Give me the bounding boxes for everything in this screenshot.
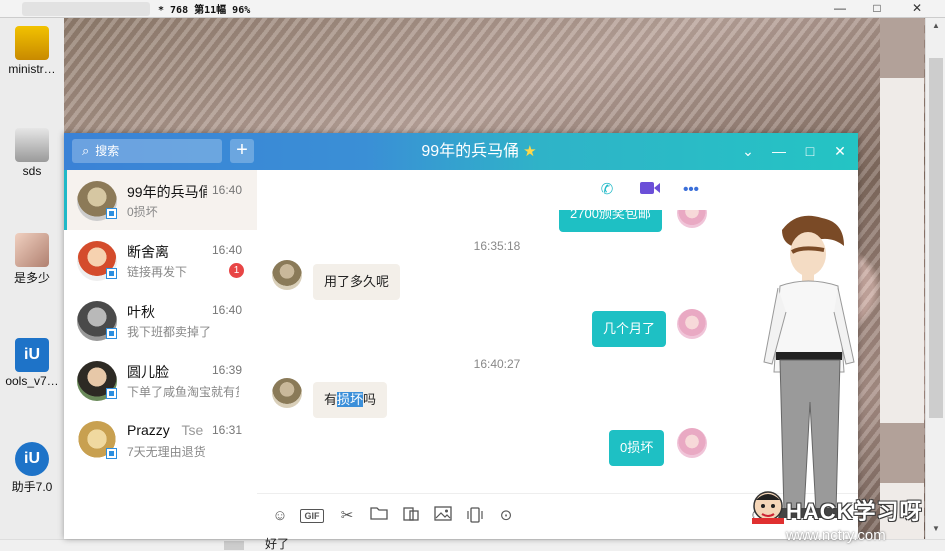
my-avatar [677,428,707,458]
watermark-brand: HACK学习呀 [786,499,923,524]
phone-icon[interactable]: ✆ [596,180,618,200]
message-input[interactable]: 好了 [265,535,289,551]
unread-badge: 1 [229,263,244,278]
desktop-icon-sds[interactable]: sds [2,128,62,178]
contact-name: 99年的兵马俑 [127,184,207,200]
search-icon: ⌕ [82,143,90,158]
my-avatar [677,309,707,339]
app-iu-icon: iU [15,338,49,372]
contact-name: 断舍离 [127,244,169,260]
contact-time: 16:31 [212,423,243,437]
contact-name: Prazzy Tse [127,422,204,438]
star-icon: ★ [523,143,537,160]
contact-list: 99年的兵马俑 16:40 0损坏 断舍离 16:40 链接再发下 1 叶秋 1… [64,170,257,539]
viewer-vertical-scrollbar[interactable]: ▲ ▼ [925,18,945,539]
contact-item[interactable]: 叶秋 16:40 我下班都卖掉了 [64,290,257,350]
folder-icon[interactable] [368,506,390,526]
photo-thumbnail-icon [15,233,49,267]
scissors-icon[interactable]: ✂ [336,506,358,526]
character-illustration [763,215,855,518]
desktop-icon-helper[interactable]: iU 助手7.0 [2,442,62,495]
desktop-icon-column: ministr… sds 是多少 iU ools_v7… iU 助手7.0 [0,18,64,539]
more-options-icon[interactable]: ••• [680,180,702,200]
minimize-button[interactable]: — [764,133,794,170]
contact-name: 叶秋 [127,304,155,320]
contact-item[interactable]: 断舍离 16:40 链接再发下 1 [64,230,257,290]
user-folder-icon [15,26,49,60]
scroll-thumb[interactable] [224,541,244,550]
message-bubble-out[interactable]: 2700颁奖包邮 [559,210,662,232]
scroll-down-icon[interactable]: ▼ [926,521,945,537]
close-button[interactable]: ✕ [825,133,855,170]
message-timestamp: 16:40:27 [473,357,521,371]
maximize-button[interactable]: □ [795,133,825,170]
peer-avatar [272,378,302,408]
emoji-icon[interactable]: ☺ [269,506,291,526]
gif-icon[interactable]: GIF [300,509,324,523]
contact-time: 16:39 [212,363,243,377]
contact-last-message: 链接再发下 [127,265,188,279]
desktop-icon-photo[interactable]: 是多少 [2,233,62,286]
contact-last-message: 我下班都卖掉了 [127,325,212,339]
message-bubble-out[interactable]: 0损坏 [609,430,665,466]
wallpaper-right-strip [880,18,924,539]
contact-last-message: 下单了咸鱼淘宝就有货 [127,385,239,399]
peer-avatar [272,260,302,290]
pc-online-icon [106,268,117,279]
chevron-down-icon[interactable]: ⌄ [733,133,763,170]
selected-text[interactable]: 损坏 [337,392,364,407]
pc-online-icon [106,388,117,399]
chat-header: ✆ ••• [257,170,858,210]
app-iu-icon: iU [15,442,49,476]
qq-title-bar: ⌕ 搜索 + 99年的兵马俑 ★ ⌄ — □ ✕ [64,133,858,170]
shake-icon[interactable] [464,506,486,526]
pc-online-icon [106,448,117,459]
qq-chat-window: ⌕ 搜索 + 99年的兵马俑 ★ ⌄ — □ ✕ 99年的兵马俑 16:40 0损坏… [64,133,858,551]
screen-share-icon[interactable] [400,506,422,526]
message-bubble-in[interactable]: 用了多久呢 [313,264,401,300]
more-tools-icon[interactable]: ⊙ [495,506,517,526]
viewer-maximize-button[interactable]: □ [862,0,892,18]
blurred-filename [22,2,150,16]
contact-last-message: 0损坏 [127,205,158,219]
contact-name: 圆儿脸 [127,364,169,380]
photo-thumbnail-icon [15,128,49,162]
image-icon[interactable] [432,506,454,526]
pc-online-icon [106,328,117,339]
contact-item[interactable]: 99年的兵马俑 16:40 0损坏 [64,170,257,230]
message-bubble-in[interactable]: 有损坏吗 [313,382,388,418]
watermark-url: www.nctry.com [786,527,886,544]
desktop-icon-admin[interactable]: ministr… [2,26,62,76]
viewer-minimize-button[interactable]: — [825,0,855,18]
contact-time: 16:40 [212,183,243,197]
add-button[interactable]: + [230,139,254,163]
chat-title: 99年的兵马俑 ★ [421,143,537,160]
pc-online-icon [106,208,117,219]
viewer-image-info: * 768 第11幅 96% [158,5,251,16]
contact-item[interactable]: 圆儿脸 16:39 下单了咸鱼淘宝就有货 [64,350,257,410]
viewer-close-button[interactable]: ✕ [902,0,932,18]
viewer-title-bar: * 768 第11幅 96% — □ ✕ [0,0,945,18]
message-bubble-out[interactable]: 几个月了 [592,311,667,347]
contact-time: 16:40 [212,303,243,317]
scroll-thumb[interactable] [929,58,943,418]
desktop-icon-tools[interactable]: iU ools_v7… [2,338,62,388]
contact-last-message: 7天无理由退货 [127,445,206,459]
message-timestamp: 16:35:18 [473,239,521,253]
contact-item[interactable]: Prazzy Tse 16:31 7天无理由退货 [64,410,257,470]
video-call-icon[interactable] [639,180,661,200]
search-input[interactable]: ⌕ 搜索 [72,139,222,163]
scroll-up-icon[interactable]: ▲ [926,18,945,34]
contact-time: 16:40 [212,243,243,257]
my-avatar [677,210,707,228]
